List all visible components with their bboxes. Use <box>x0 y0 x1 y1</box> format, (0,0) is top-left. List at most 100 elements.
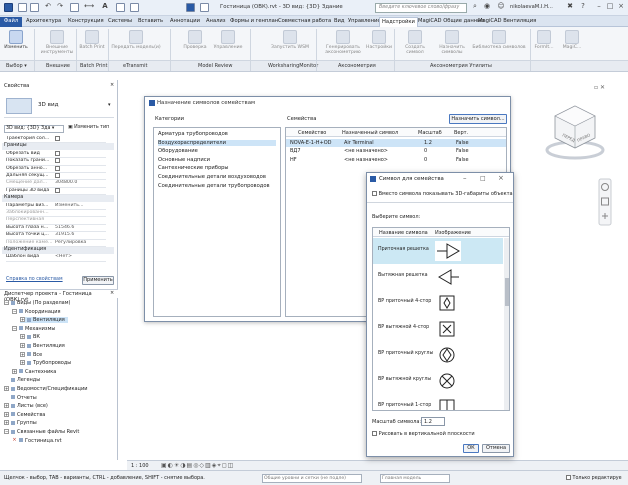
checkbox[interactable] <box>55 150 60 156</box>
assign-symbols-button[interactable]: Назначить символы <box>436 30 468 56</box>
maximize-icon[interactable]: □ <box>480 175 486 182</box>
type-selector[interactable]: 3D вид ▾ <box>4 94 114 118</box>
open-icon[interactable] <box>18 3 27 12</box>
tab-magicad-vent[interactable]: MagiCAD Вентиляция <box>476 17 538 27</box>
user-icon[interactable]: ☺ <box>496 2 506 12</box>
expand-icon[interactable]: + <box>20 351 25 357</box>
expand-icon[interactable]: − <box>12 325 17 331</box>
column-header[interactable]: Название символа <box>379 230 428 236</box>
expand-icon[interactable]: + <box>12 368 17 374</box>
print-icon[interactable] <box>70 3 79 12</box>
column-header[interactable]: Изображение <box>435 230 471 236</box>
browser-item[interactable]: + Вентиляция <box>20 343 65 349</box>
category-item[interactable]: Арматура трубопроводов <box>158 131 276 137</box>
close-icon[interactable]: × <box>110 290 114 296</box>
browser-item[interactable]: − Координация <box>12 308 61 315</box>
search-input[interactable]: Введите ключевое слово/фразу <box>375 3 467 13</box>
properties-help-link[interactable]: Справка по свойствам <box>6 277 63 283</box>
property-value[interactable] <box>55 173 60 179</box>
tab-manage[interactable]: Управление <box>346 17 383 27</box>
browser-item[interactable]: − Виды (По разделам) <box>4 300 70 306</box>
tab-view[interactable]: Вид <box>332 17 347 27</box>
browser-item[interactable]: × Гостиница.rvt <box>12 437 62 444</box>
navigation-bar[interactable] <box>598 178 612 226</box>
formit-button[interactable]: FormIt... <box>532 30 556 50</box>
browser-item[interactable]: + Семейства <box>4 411 45 418</box>
minimize-icon[interactable]: – <box>463 174 467 182</box>
transmit-button[interactable]: Передать модель(и) <box>110 30 162 50</box>
property-value[interactable] <box>55 136 60 142</box>
property-value[interactable]: Изменить... <box>55 203 84 209</box>
symbol-row[interactable]: ВР вытяжной круглы <box>373 368 503 394</box>
maximize-icon[interactable]: □ <box>605 2 615 12</box>
scrollbar-thumb[interactable] <box>505 278 509 306</box>
browser-item[interactable]: + ВК <box>20 334 40 340</box>
tab-file[interactable]: Файл <box>0 17 22 27</box>
browser-item[interactable]: + Все <box>20 351 42 358</box>
help-icon[interactable]: ? <box>578 2 588 12</box>
property-value[interactable]: <Нет> <box>55 254 72 260</box>
symbol-row[interactable]: Приточная решетка <box>373 238 503 264</box>
expand-icon[interactable]: − <box>4 300 9 305</box>
view-control-icons[interactable]: ▣◐☀◑▤◎◇▥◈⌖◻◫ <box>161 462 234 469</box>
browser-item[interactable]: + Группы <box>4 420 37 426</box>
table-row[interactable]: HF <не назначено> 0 False <box>286 156 506 164</box>
edit-type-button[interactable]: ▣ Изменить тип <box>68 125 109 131</box>
editable-only-toggle[interactable]: Только редактируе <box>566 475 622 482</box>
vertical-plane-checkbox[interactable] <box>372 431 377 436</box>
browser-item[interactable]: + Трубопроводы <box>20 360 71 366</box>
category-item[interactable]: Соединительные детали воздуховодов <box>158 174 276 180</box>
tab-addins[interactable]: Надстройки <box>379 17 418 27</box>
tab-insert[interactable]: Вставить <box>136 17 165 27</box>
assign-symbol-button[interactable]: Назначить символ... <box>449 114 507 124</box>
category-item[interactable]: Сантехнические приборы <box>158 165 276 171</box>
property-group-header[interactable]: Идентификация <box>2 246 114 254</box>
show-3d-checkbox[interactable] <box>372 191 377 196</box>
undo-icon[interactable]: ↶ <box>43 2 53 12</box>
close-icon[interactable]: × <box>498 174 504 182</box>
user-name[interactable]: nikolaevaM.I.H... <box>510 4 553 10</box>
expand-icon[interactable]: + <box>4 420 9 426</box>
close-icon[interactable]: × <box>616 2 626 12</box>
expand-icon[interactable]: + <box>20 360 25 366</box>
category-list[interactable]: Арматура трубопроводов Воздухораспределит… <box>153 127 281 317</box>
view-window-controls[interactable]: ▫ ✕ <box>594 84 605 91</box>
scrollbar[interactable] <box>504 238 509 410</box>
vertical-plane-option[interactable]: Рисовать в вертикальной плоскости <box>372 431 475 437</box>
design-options-select[interactable]: Главная модель <box>380 474 450 483</box>
worksets-select[interactable]: Общие уровни и сетки (не подле) <box>262 474 362 483</box>
category-item[interactable]: Соединительные детали трубопроводов <box>158 183 276 189</box>
expand-icon[interactable]: + <box>20 343 25 348</box>
property-value[interactable]: 304800.0 <box>55 180 77 186</box>
tab-collaborate[interactable]: Совместная работа <box>276 17 333 27</box>
browser-item[interactable]: Отчеты <box>4 394 37 401</box>
settings-button[interactable]: Настройки <box>364 30 394 50</box>
checkbox[interactable] <box>55 173 60 178</box>
checkbox[interactable] <box>55 187 60 193</box>
magicad-button[interactable]: MagiC... <box>560 30 584 50</box>
column-header[interactable]: Назначенный символ <box>342 130 398 136</box>
switch-windows-icon[interactable] <box>200 3 209 12</box>
expand-icon[interactable]: + <box>20 317 25 323</box>
tab-analyze[interactable]: Анализ <box>204 17 228 27</box>
scale-input[interactable]: 1.2 <box>421 417 445 426</box>
browser-item[interactable]: − Механизмы <box>12 325 55 332</box>
table-row[interactable]: NOVA-E-1-H+OD Air Terminal 1.2 False <box>286 139 506 147</box>
manage-button[interactable]: Управление <box>212 30 244 50</box>
property-value[interactable]: 51546.6 <box>55 225 74 231</box>
close-icon[interactable]: × <box>110 82 114 88</box>
3d-view-icon[interactable] <box>116 3 125 12</box>
show-3d-option[interactable]: Вместо символа показывать 3D-габариты об… <box>372 191 513 197</box>
expand-icon[interactable]: − <box>4 429 9 434</box>
expand-icon[interactable]: + <box>4 403 9 409</box>
view-scale[interactable]: 1 : 100 <box>131 463 149 469</box>
property-value[interactable] <box>55 187 60 194</box>
browser-item[interactable]: − Связанные файлы Revit <box>4 429 79 435</box>
ok-button[interactable]: ОК <box>463 444 479 453</box>
text-icon[interactable]: A <box>100 2 110 12</box>
measure-icon[interactable]: ⟷ <box>84 2 94 12</box>
expand-icon[interactable]: − <box>12 308 17 314</box>
expand-icon[interactable]: + <box>4 411 9 417</box>
redo-icon[interactable]: ↷ <box>55 2 65 12</box>
property-group-header[interactable]: Границы <box>2 142 114 151</box>
